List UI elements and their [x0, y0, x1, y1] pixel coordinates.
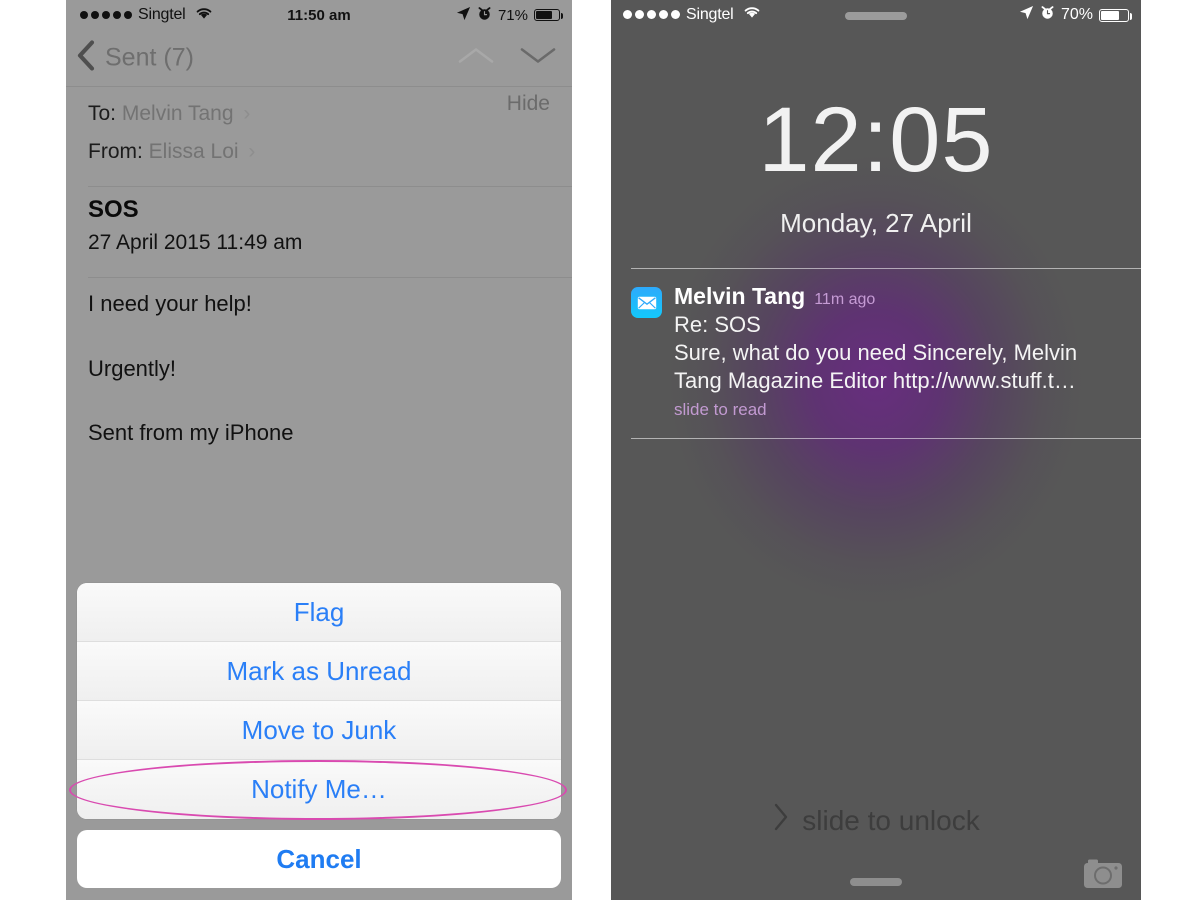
alarm-clock-icon	[477, 6, 492, 25]
action-sheet-item-notify-me[interactable]: Notify Me…	[77, 760, 561, 819]
chevron-right-icon: ›	[248, 140, 256, 163]
notification-subject: Re: SOS	[674, 312, 761, 337]
notification-banner[interactable]: Melvin Tang 11m ago Re: SOS Sure, what d…	[611, 269, 1141, 432]
right-phone-lock-screen: Singtel 70% 12:05 Monday, 27 April Melvi…	[611, 0, 1141, 900]
battery-percent-label: 70%	[1060, 6, 1093, 23]
notification-sender: Melvin Tang	[674, 283, 806, 309]
mail-to-label: To:	[88, 102, 117, 125]
chevron-left-icon	[76, 40, 96, 77]
mail-body-line: Sent from my iPhone	[88, 420, 294, 445]
mail-recipient-header: To: Melvin Tang › From: Elissa Loi ›	[66, 88, 572, 186]
location-arrow-icon	[1019, 5, 1034, 25]
left-nav-bar: Sent (7)	[66, 30, 572, 87]
mail-body-line: I need your help!	[88, 291, 252, 316]
back-button[interactable]: Sent (7)	[76, 40, 194, 77]
battery-percent-label: 71%	[497, 6, 528, 24]
action-sheet-item-move-to-junk[interactable]: Move to Junk	[77, 701, 561, 760]
left-status-right-group: 71%	[456, 6, 563, 25]
camera-icon[interactable]	[1081, 855, 1125, 896]
home-indicator	[850, 878, 902, 886]
mail-subject: SOS	[88, 196, 139, 223]
right-status-bar: Singtel 70%	[611, 0, 1141, 30]
notification-preview: Sure, what do you need Sincerely, Melvin…	[674, 340, 1078, 393]
wifi-icon	[743, 5, 761, 24]
left-status-bar: Singtel 11:50 am 71%	[66, 0, 572, 30]
alarm-clock-icon	[1040, 5, 1055, 25]
right-status-carrier-group: Singtel	[623, 5, 761, 24]
location-arrow-icon	[456, 6, 471, 25]
mail-to-row[interactable]: To: Melvin Tang ›	[88, 102, 250, 126]
mail-from-row[interactable]: From: Elissa Loi ›	[88, 140, 255, 164]
mail-to-value: Melvin Tang	[121, 102, 234, 125]
notification-slide-to-read-hint[interactable]: slide to read	[674, 400, 1127, 420]
battery-icon	[1099, 8, 1132, 22]
action-sheet-item-flag[interactable]: Flag	[77, 583, 561, 642]
signal-strength-dots-icon	[623, 10, 680, 19]
header-divider	[88, 186, 572, 187]
chevron-right-icon	[772, 802, 790, 839]
mail-from-value: Elissa Loi	[148, 140, 239, 163]
carrier-label: Singtel	[686, 5, 734, 23]
screenshot-root: Singtel 11:50 am 71% Sent (7) To: Melvin…	[0, 0, 1200, 900]
notification-timestamp: 11m ago	[814, 291, 876, 308]
battery-icon	[534, 9, 563, 21]
notification-header-row: Melvin Tang 11m ago	[674, 283, 1127, 310]
slide-to-unlock-label: slide to unlock	[802, 804, 980, 836]
action-sheet-cancel-button[interactable]: Cancel	[77, 830, 561, 888]
notification-content: Melvin Tang 11m ago Re: SOS Sure, what d…	[674, 283, 1127, 420]
mail-icon	[631, 287, 662, 318]
slide-to-unlock-control[interactable]: slide to unlock	[611, 802, 1141, 839]
mail-from-label: From:	[88, 140, 143, 163]
chevron-down-icon[interactable]	[520, 45, 556, 72]
subject-divider	[88, 277, 572, 278]
message-nav-arrows	[458, 45, 556, 72]
chevron-up-icon[interactable]	[458, 45, 494, 72]
mail-date: 27 April 2015 11:49 am	[88, 231, 303, 254]
notification-bottom-divider	[631, 438, 1141, 439]
lock-screen-clock: 12:05	[758, 89, 994, 191]
action-sheet: Flag Mark as Unread Move to Junk Notify …	[77, 583, 561, 819]
hide-details-button[interactable]: Hide	[507, 92, 550, 116]
lock-screen-date: Monday, 27 April	[780, 208, 972, 238]
back-button-label: Sent (7)	[105, 43, 194, 72]
chevron-right-icon: ›	[243, 102, 251, 125]
left-phone-mail-screen: Singtel 11:50 am 71% Sent (7) To: Melvin…	[66, 0, 572, 900]
mail-body-line: Urgently!	[88, 356, 177, 381]
status-bar-center-pill	[845, 12, 907, 20]
right-status-right-group: 70%	[1019, 5, 1132, 25]
action-sheet-item-mark-as-unread[interactable]: Mark as Unread	[77, 642, 561, 701]
